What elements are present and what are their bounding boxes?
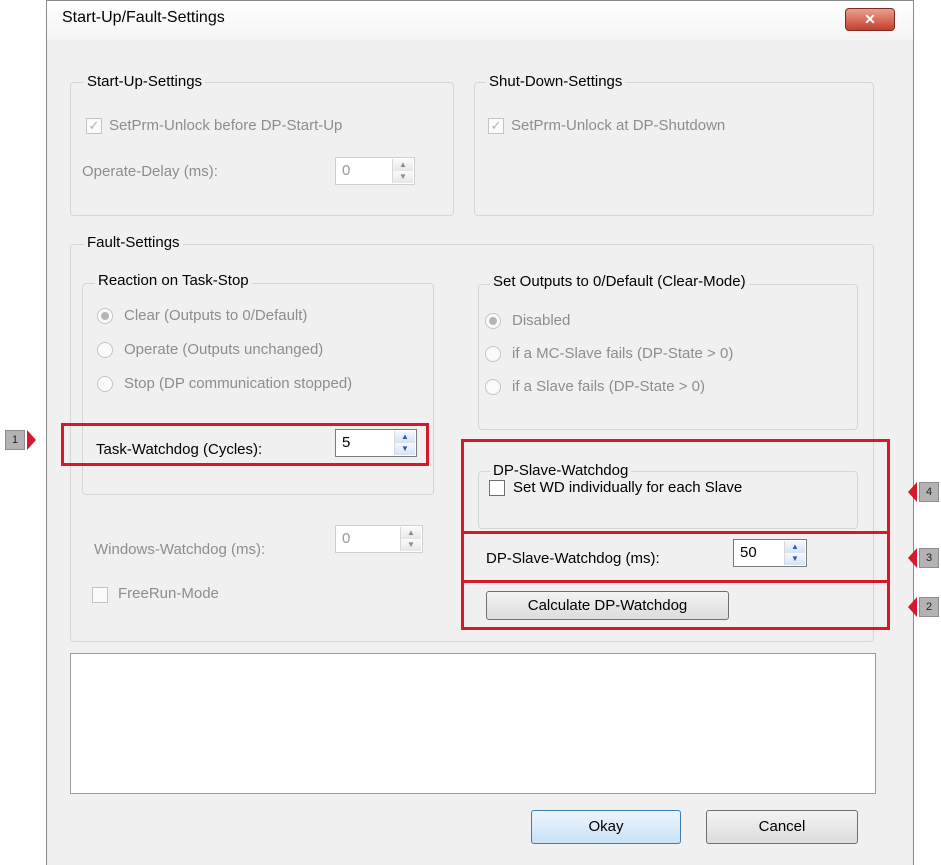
clearmode-option-mc-slave: if a MC-Slave fails (DP-State > 0) bbox=[512, 345, 734, 362]
callout-arrow-4-icon bbox=[908, 482, 917, 502]
operate-delay-label: Operate-Delay (ms): bbox=[82, 163, 218, 180]
callout-box-3 bbox=[461, 531, 890, 583]
windows-watchdog-value: 0 bbox=[342, 530, 351, 547]
clearmode-radio-slave[interactable] bbox=[485, 379, 501, 395]
clearmode-option-slave: if a Slave fails (DP-State > 0) bbox=[512, 378, 705, 395]
clearmode-radio-mc-slave[interactable] bbox=[485, 346, 501, 362]
callout-box-4 bbox=[461, 439, 890, 534]
callout-box-2 bbox=[461, 580, 890, 630]
dialog-title: Start-Up/Fault-Settings bbox=[62, 9, 225, 26]
close-icon: ✕ bbox=[864, 11, 876, 27]
operate-delay-value: 0 bbox=[342, 162, 351, 179]
startup-unlock-checkbox[interactable]: ✓ bbox=[86, 118, 102, 134]
freerun-label: FreeRun-Mode bbox=[118, 585, 219, 602]
reaction-option-clear: Clear (Outputs to 0/Default) bbox=[124, 307, 308, 324]
callout-arrow-3-icon bbox=[908, 548, 917, 568]
reaction-option-operate: Operate (Outputs unchanged) bbox=[124, 341, 324, 358]
callout-marker-2: 2 bbox=[919, 597, 939, 617]
operate-delay-spin-buttons: ▲ ▼ bbox=[392, 159, 413, 183]
shutdown-settings-legend: Shut-Down-Settings bbox=[486, 73, 626, 91]
reaction-radio-clear[interactable] bbox=[97, 308, 113, 324]
shutdown-unlock-label: SetPrm-Unlock at DP-Shutdown bbox=[511, 117, 726, 134]
reaction-radio-stop[interactable] bbox=[97, 376, 113, 392]
callout-marker-4: 4 bbox=[919, 482, 939, 502]
windows-watchdog-stepper[interactable]: 0 ▲ ▼ bbox=[335, 525, 423, 553]
freerun-checkbox[interactable] bbox=[92, 587, 108, 603]
startup-settings-legend: Start-Up-Settings bbox=[84, 73, 206, 91]
reaction-radio-operate[interactable] bbox=[97, 342, 113, 358]
reaction-option-stop: Stop (DP communication stopped) bbox=[124, 375, 353, 392]
reaction-legend: Reaction on Task-Stop bbox=[95, 272, 252, 290]
message-area[interactable] bbox=[70, 653, 876, 794]
clearmode-option-disabled: Disabled bbox=[512, 312, 571, 329]
callout-arrow-2-icon bbox=[908, 597, 917, 617]
shutdown-settings-group bbox=[474, 82, 874, 216]
okay-button[interactable]: Okay bbox=[531, 810, 681, 844]
callout-box-1 bbox=[61, 423, 429, 466]
fault-settings-legend: Fault-Settings bbox=[84, 234, 183, 252]
clearmode-legend: Set Outputs to 0/Default (Clear-Mode) bbox=[490, 273, 749, 291]
operate-delay-stepper[interactable]: 0 ▲ ▼ bbox=[335, 157, 415, 185]
clearmode-radio-disabled[interactable] bbox=[485, 313, 501, 329]
close-button[interactable]: ✕ bbox=[845, 8, 895, 31]
cancel-button[interactable]: Cancel bbox=[706, 810, 858, 844]
windows-watchdog-spin-buttons: ▲ ▼ bbox=[400, 527, 421, 551]
spin-down-icon[interactable]: ▼ bbox=[401, 539, 421, 551]
callout-marker-1: 1 bbox=[5, 430, 25, 450]
startup-unlock-label: SetPrm-Unlock before DP-Start-Up bbox=[109, 117, 343, 134]
callout-marker-3: 3 bbox=[919, 548, 939, 568]
startup-settings-group bbox=[70, 82, 454, 216]
windows-watchdog-label: Windows-Watchdog (ms): bbox=[94, 541, 266, 558]
shutdown-unlock-checkbox[interactable]: ✓ bbox=[488, 118, 504, 134]
spin-down-icon[interactable]: ▼ bbox=[393, 171, 413, 183]
callout-arrow-1-icon bbox=[27, 430, 36, 450]
